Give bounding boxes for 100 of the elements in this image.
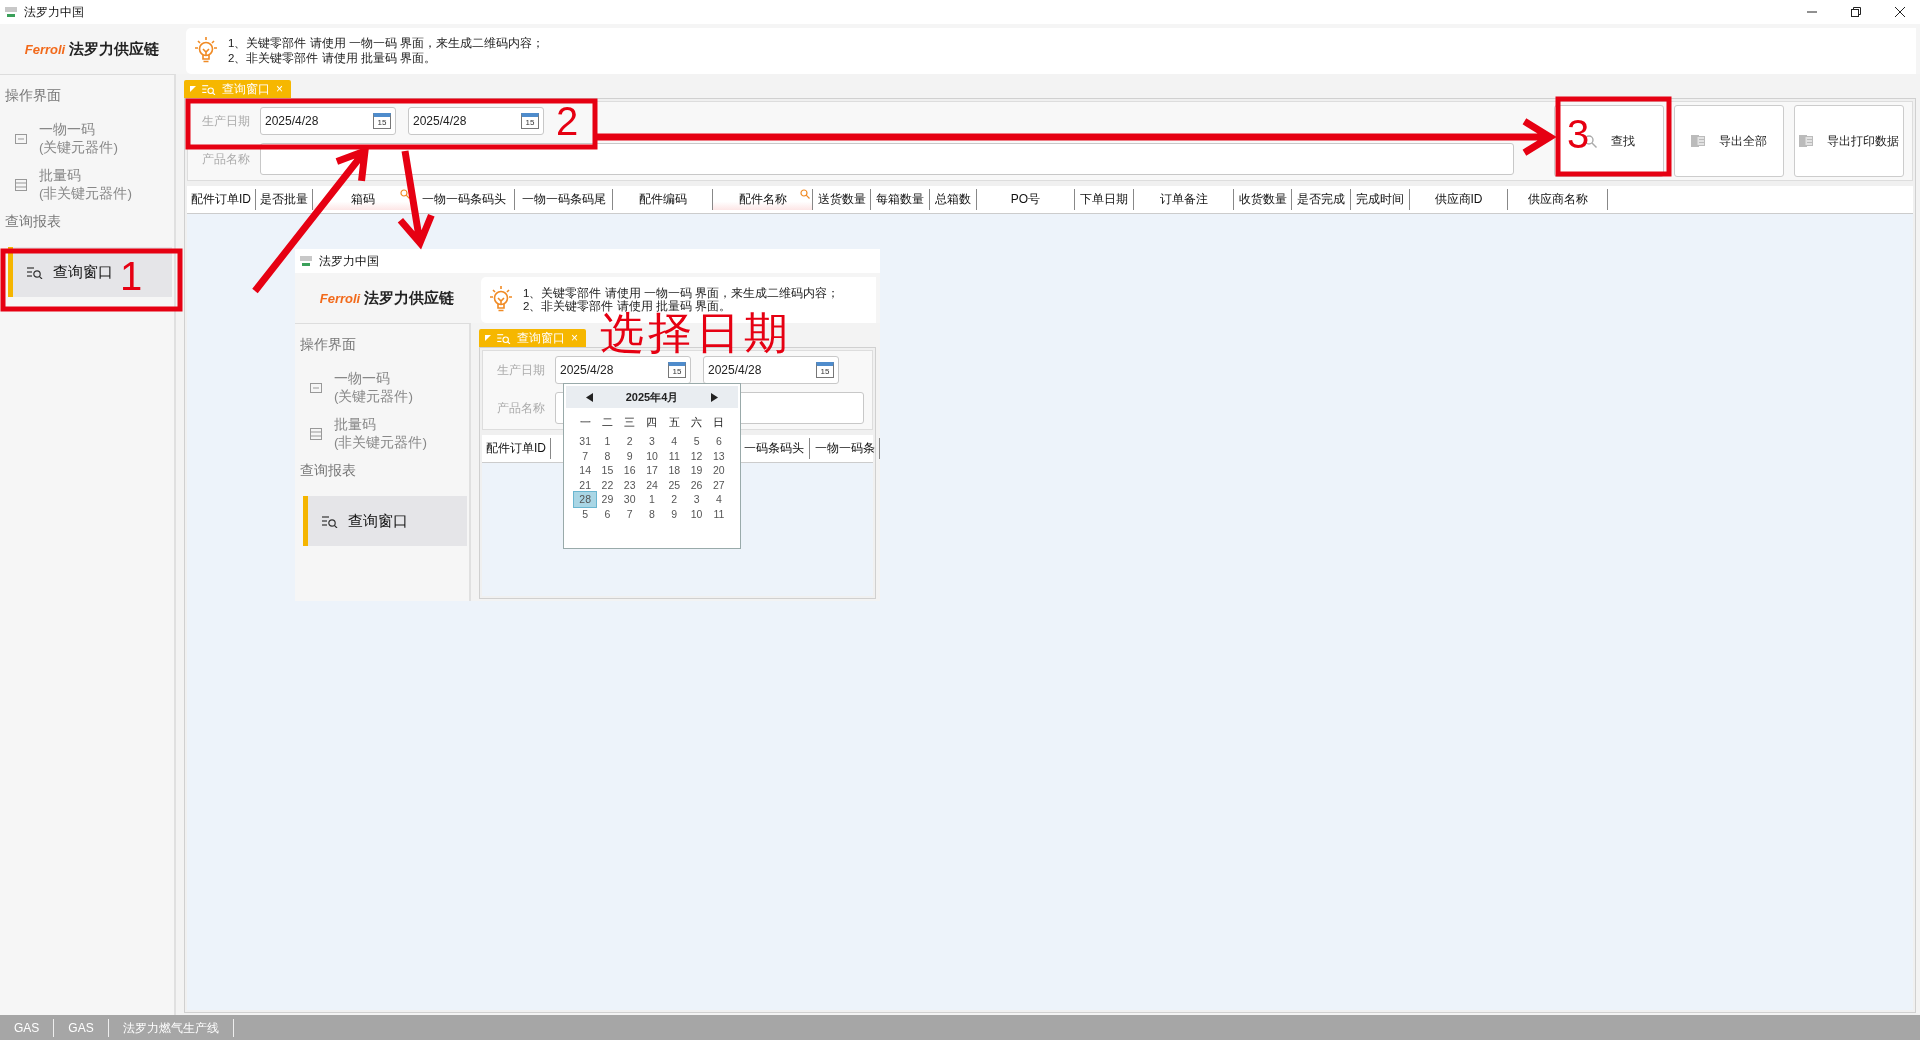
calendar-day[interactable]: 10	[640, 448, 664, 463]
field-label: 生产日期	[496, 361, 545, 379]
toolbar-button[interactable]: 导出全部	[1674, 105, 1784, 177]
date-field[interactable]: 2025/4/28 15	[555, 356, 691, 384]
calendar-day[interactable]: 22	[596, 477, 619, 492]
calendar-day[interactable]: 28	[574, 492, 597, 507]
section-title: 查询报表	[299, 462, 357, 480]
calendar-day[interactable]: 15	[596, 463, 619, 478]
previous-month-button[interactable]	[586, 392, 593, 402]
calendar-day[interactable]: 13	[707, 448, 730, 463]
spreadsheet-icon	[1691, 134, 1705, 148]
calendar-day[interactable]: 11	[707, 506, 730, 521]
calendar-day[interactable]: 24	[640, 477, 664, 492]
calendar-day[interactable]: 5	[685, 434, 708, 449]
calendar-day[interactable]: 2	[663, 492, 686, 507]
corner-icon	[190, 86, 196, 92]
calendar-day[interactable]: 31	[574, 434, 597, 449]
calendar-day[interactable]: 17	[640, 463, 664, 478]
calendar-day[interactable]: 12	[685, 448, 708, 463]
calendar-day[interactable]: 2	[618, 434, 641, 449]
column-header[interactable]: 下单日期	[1075, 189, 1134, 210]
column-header[interactable]: 一物一码条码尾	[515, 189, 613, 210]
next-month-button[interactable]	[711, 392, 718, 402]
calendar-day[interactable]: 8	[640, 506, 664, 521]
column-header[interactable]: 配件订单ID	[187, 189, 256, 210]
search-list-icon	[322, 514, 338, 528]
section-title: 查询报表	[4, 213, 62, 231]
annotation-caption: 选择日期	[600, 312, 792, 354]
calendar-day[interactable]: 1	[640, 492, 664, 507]
product-name-field[interactable]	[260, 143, 1514, 175]
calendar-day[interactable]: 9	[663, 506, 686, 521]
column-header[interactable]: 供应商名称	[1508, 189, 1608, 210]
brand-logo: Ferroli	[319, 290, 361, 306]
calendar-day[interactable]: 8	[596, 448, 619, 463]
date-field[interactable]: 2025/4/28 15	[408, 107, 544, 135]
calendar-day[interactable]: 19	[685, 463, 708, 478]
app-logo-icon	[4, 6, 18, 18]
restore-button[interactable]	[1850, 6, 1862, 18]
calendar-day[interactable]: 6	[707, 434, 730, 449]
calendar-day[interactable]: 5	[574, 506, 597, 521]
calendar-day[interactable]: 3	[640, 434, 664, 449]
calendar-day[interactable]: 10	[685, 506, 708, 521]
weekday-label: 五	[667, 416, 681, 430]
brand-name: 法罗力供应链	[364, 288, 455, 308]
calendar-day[interactable]: 18	[663, 463, 686, 478]
window-title: 法罗力中国	[24, 3, 84, 21]
column-header[interactable]: 每箱数量	[871, 189, 930, 210]
hint-text: 1、关键零部件 请使用 一物一码 界面，来生成二维码内容；	[523, 287, 839, 300]
calendar-icon[interactable]: 15	[668, 362, 686, 378]
calendar-day[interactable]: 9	[618, 448, 641, 463]
calendar-day[interactable]: 1	[596, 434, 619, 449]
calendar-day[interactable]: 4	[663, 434, 686, 449]
column-header[interactable]: PO号	[977, 189, 1075, 210]
calendar-day[interactable]: 29	[596, 492, 619, 507]
status-text: GAS	[54, 1018, 109, 1037]
column-header[interactable]: 一物一码条	[810, 438, 880, 459]
close-button[interactable]	[1894, 6, 1906, 18]
column-header[interactable]: 是否完成	[1292, 189, 1351, 210]
hint-text: 2、非关键零部件 请使用 批量码 界面。	[228, 51, 437, 66]
calendar-day[interactable]: 26	[685, 477, 708, 492]
calendar-day[interactable]: 20	[707, 463, 730, 478]
calendar-icon[interactable]: 15	[816, 362, 834, 378]
column-header[interactable]: 完成时间	[1351, 189, 1410, 210]
step-number: 1	[120, 254, 143, 298]
calendar-day[interactable]: 16	[618, 463, 641, 478]
column-header[interactable]: 配件名称	[713, 189, 813, 210]
calendar-icon[interactable]: 15	[373, 113, 391, 129]
search-list-icon	[202, 83, 216, 95]
calendar-day[interactable]: 3	[685, 492, 708, 507]
list-icon	[310, 428, 322, 440]
brand-logo: Ferroli	[24, 41, 66, 57]
calendar-day[interactable]: 25	[663, 477, 686, 492]
date-field[interactable]: 2025/4/28 15	[703, 356, 839, 384]
field-label: 产品名称	[201, 150, 250, 168]
calendar-day[interactable]: 11	[663, 448, 686, 463]
calendar-day[interactable]: 21	[574, 477, 597, 492]
barcode-icon	[15, 134, 27, 144]
calendar-day[interactable]: 27	[707, 477, 730, 492]
calendar-day[interactable]: 4	[707, 492, 730, 507]
column-header[interactable]: 订单备注	[1134, 189, 1234, 210]
calendar-day[interactable]: 6	[596, 506, 619, 521]
weekday-label: 日	[712, 416, 726, 430]
calendar-day[interactable]: 23	[618, 477, 641, 492]
search-icon[interactable]	[400, 189, 410, 199]
calendar-day[interactable]: 30	[618, 492, 641, 507]
column-header[interactable]: 总箱数	[930, 189, 977, 210]
calendar-icon[interactable]: 15	[521, 113, 539, 129]
toolbar-button[interactable]: 导出打印数据	[1794, 105, 1904, 177]
column-header[interactable]: 送货数量	[813, 189, 871, 210]
column-header[interactable]: 收货数量	[1234, 189, 1292, 210]
window-title: 法罗力中国	[319, 252, 379, 270]
calendar-day[interactable]: 7	[574, 448, 597, 463]
column-header[interactable]: 一物一码条码头	[413, 189, 515, 210]
date-field[interactable]: 2025/4/28 15	[260, 107, 396, 135]
calendar-day[interactable]: 14	[574, 463, 597, 478]
sidebar-item[interactable]: 查询窗口	[303, 496, 467, 546]
calendar-day[interactable]: 7	[618, 506, 641, 521]
section-title: 操作界面	[299, 336, 357, 354]
column-header[interactable]: 配件订单ID	[482, 438, 551, 459]
column-header[interactable]: 供应商ID	[1410, 189, 1508, 210]
